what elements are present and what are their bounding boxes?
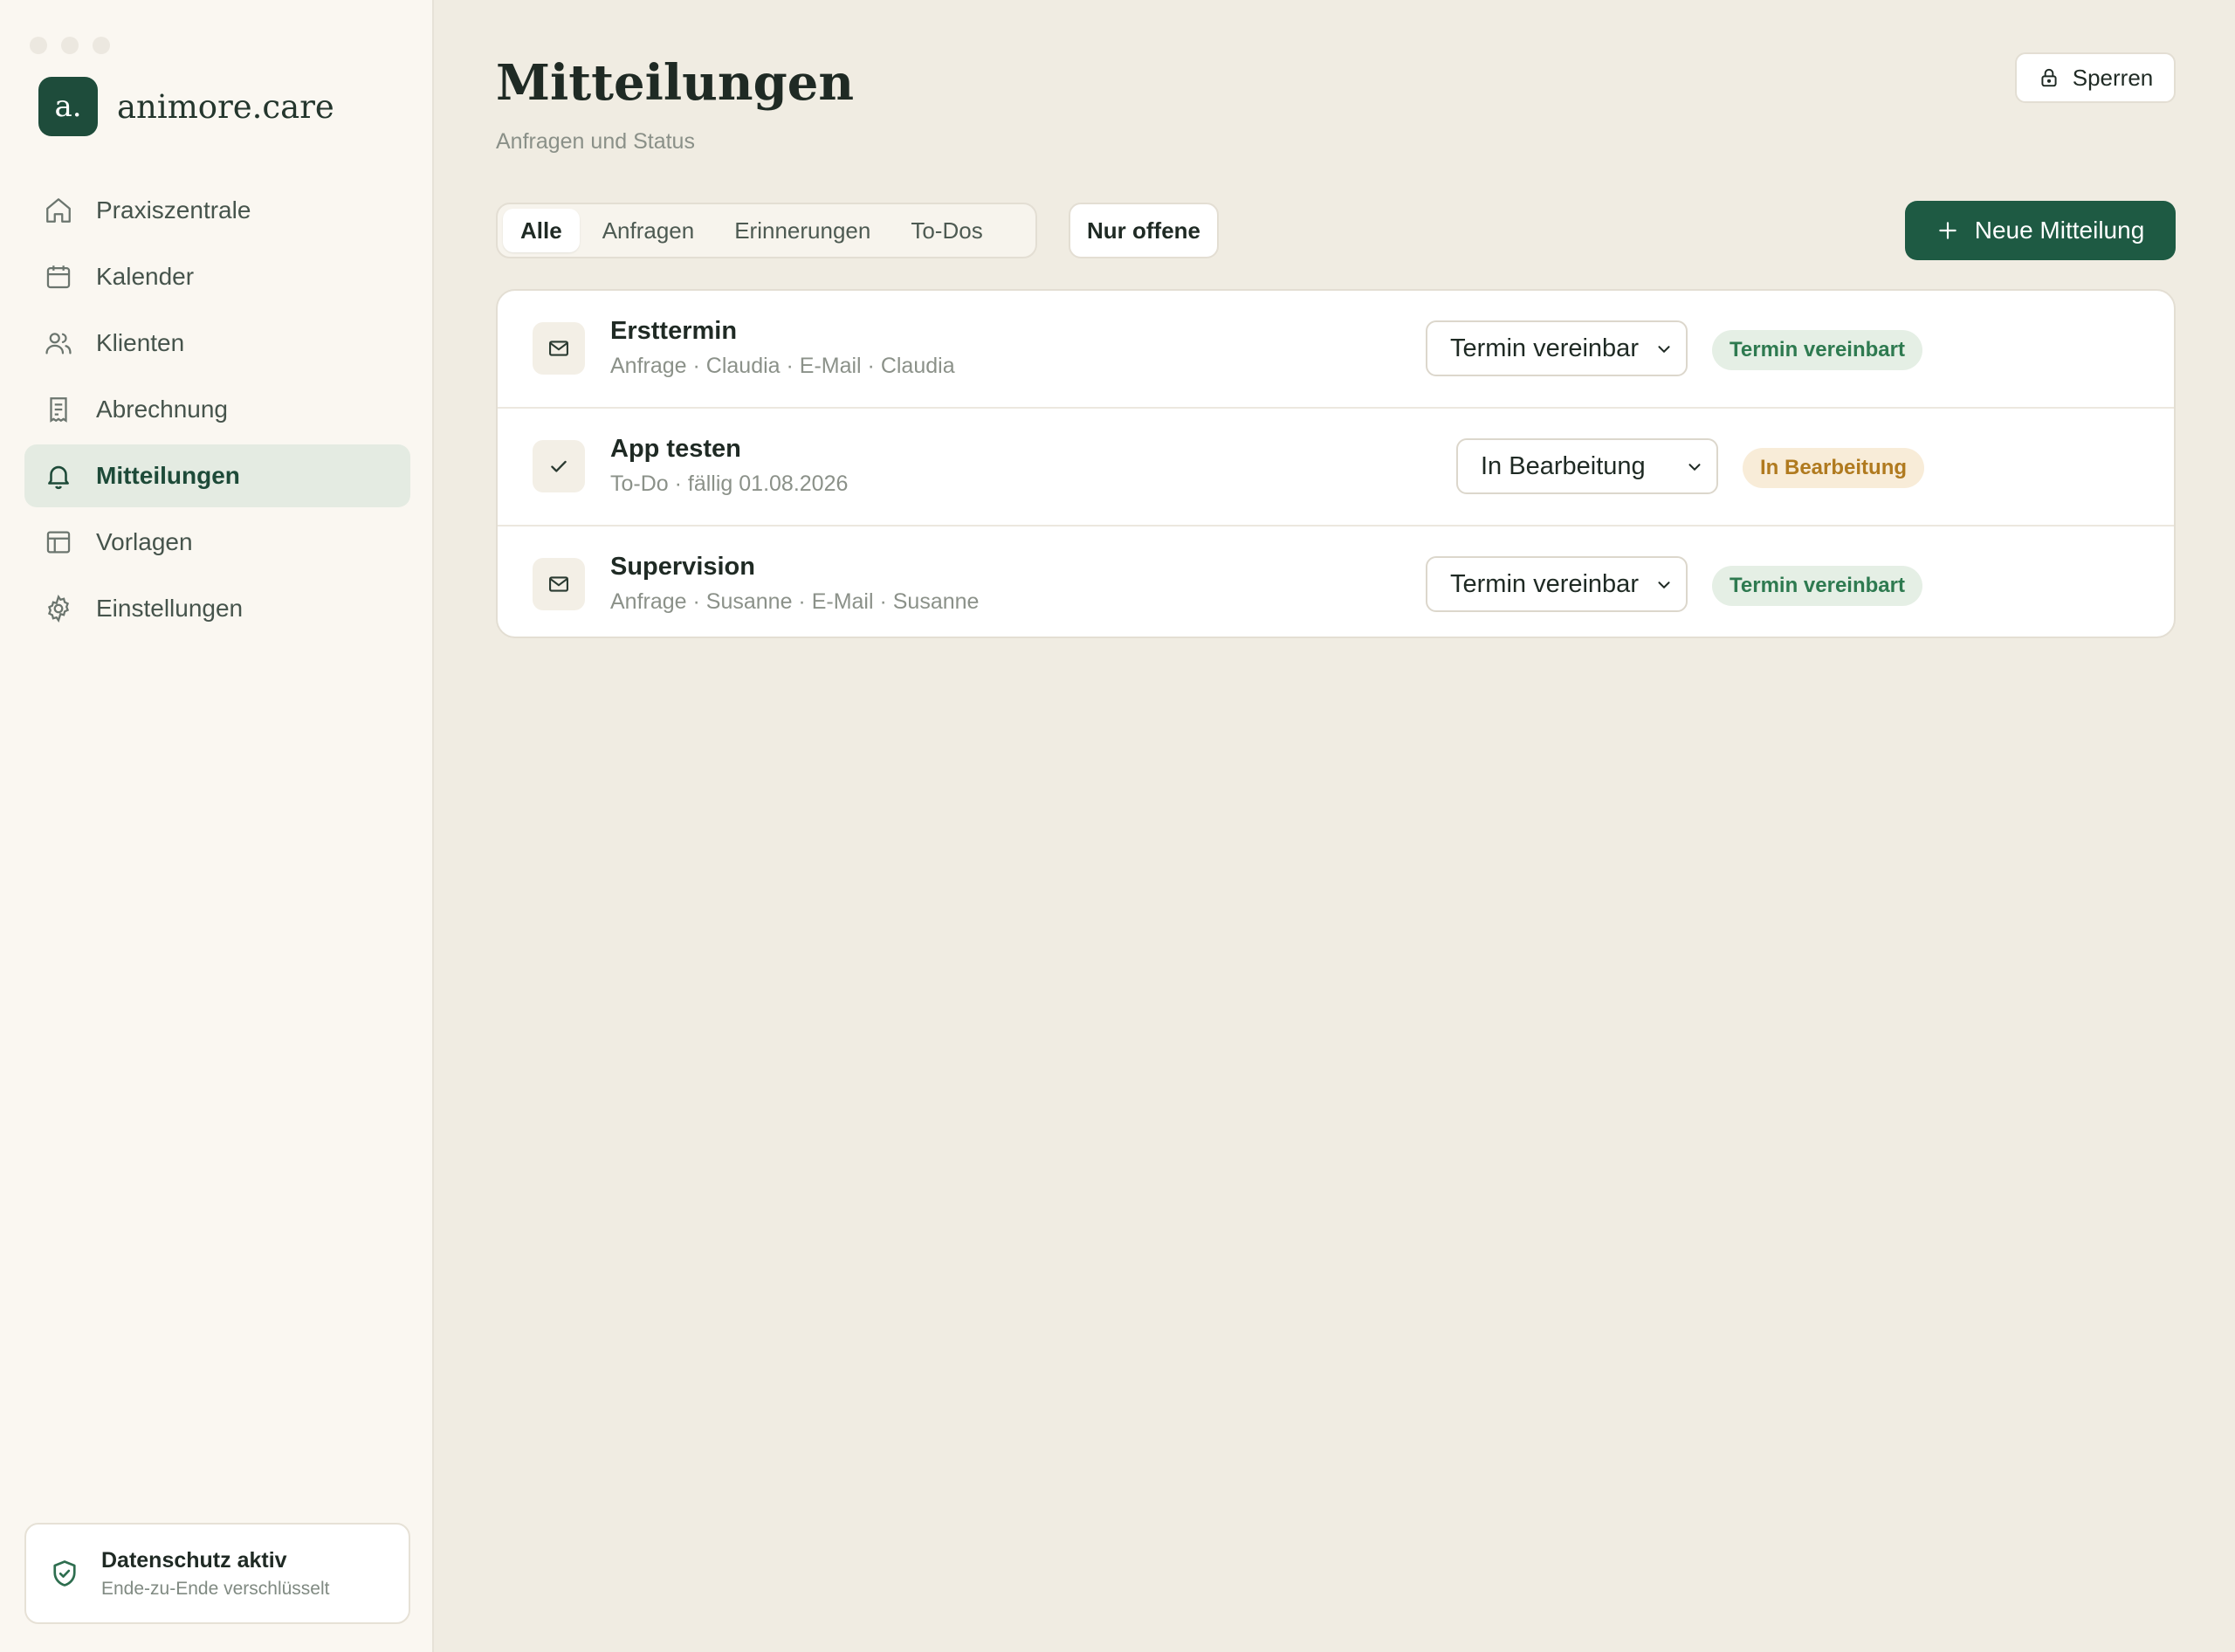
calendar-icon [46,265,71,289]
message-meta: To-Do · fällig 01.08.2026 [610,472,849,496]
sidebar-item-klienten[interactable]: Klienten [24,312,410,375]
mail-icon [533,558,585,610]
message-title: App testen [610,435,741,463]
sidebar-item-einstellungen[interactable]: Einstellungen [24,577,410,640]
receipt-icon [50,397,67,423]
sidebar-item-praxiszentrale[interactable]: Praxiszentrale [24,179,410,242]
tab-alle[interactable]: Alle [503,209,580,252]
sidebar-item-label: Kalender [96,263,195,290]
sidebar-item-label: Klienten [96,329,185,356]
minimize-window-button[interactable] [61,37,79,54]
status-select[interactable]: In Bearbeitung [1456,438,1718,494]
chevron-down-icon [1688,464,1701,472]
users-icon [45,333,72,354]
tab-erinnerungen[interactable]: Erinnerungen [717,209,888,252]
status-select-value: Termin vereinbart [1450,334,1639,362]
filter-tabs: Alle Anfragen Erinnerungen To-Dos [496,203,1037,258]
new-message-button-label: Neue Mitteilung [1974,217,2145,244]
status-select-value: In Bearbeitung [1481,451,1646,480]
sidebar-item-label: Abrechnung [96,396,229,423]
mail-icon [533,322,585,375]
check-icon [533,440,585,492]
brand[interactable]: a. animore.care [38,77,334,136]
gear-icon [47,594,70,623]
sidebar-item-abrechnung[interactable]: Abrechnung [24,378,410,441]
close-window-button[interactable] [30,37,47,54]
shield-check-icon [53,1560,76,1587]
brand-name: animore.care [117,87,334,126]
privacy-subtitle: Ende-zu-Ende verschlüsselt [101,1578,330,1599]
sidebar-item-label: Mitteilungen [96,462,240,489]
message-meta: Anfrage · Susanne · E-Mail · Susanne [610,589,980,614]
status-select[interactable]: Termin vereinbart [1426,320,1688,376]
status-badge: Termin vereinbart [1712,566,1922,606]
brand-logo: a. [38,77,98,136]
tab-todos[interactable]: To-Dos [893,209,1000,252]
template-icon [46,531,71,554]
status-badge: In Bearbeitung [1743,448,1925,488]
status-badge: Termin vereinbart [1712,330,1922,370]
sidebar-item-mitteilungen[interactable]: Mitteilungen [24,444,410,507]
message-title: Supervision [610,553,755,581]
list-item[interactable]: Ersttermin Anfrage · Claudia · E-Mail · … [498,291,2174,409]
status-select[interactable]: Termin vereinbart [1426,556,1688,612]
lock-button-label: Sperren [2072,64,2154,91]
sidebar-item-vorlagen[interactable]: Vorlagen [24,511,410,574]
chevron-down-icon [1658,582,1670,589]
message-title: Ersttermin [610,317,738,345]
maximize-window-button[interactable] [93,37,110,54]
tab-anfragen[interactable]: Anfragen [585,209,712,252]
list-item[interactable]: Supervision Anfrage · Susanne · E-Mail ·… [498,527,2174,637]
privacy-status-card: Datenschutz aktiv Ende-zu-Ende verschlüs… [24,1523,410,1624]
plus-icon [1938,222,1956,239]
page-subtitle: Anfragen und Status [496,129,695,154]
window-controls [30,37,110,54]
sidebar: a. animore.care Praxiszentrale Kalender … [0,0,434,1652]
open-only-toggle[interactable]: Nur offene [1069,203,1219,258]
lock-button[interactable]: Sperren [2015,52,2176,103]
privacy-title: Datenschutz aktiv [101,1547,287,1573]
page-title: Mitteilungen [496,54,855,112]
status-select-value: Termin vereinbart [1450,569,1639,598]
chevron-down-icon [1658,346,1670,354]
sidebar-item-label: Einstellungen [96,595,244,622]
sidebar-item-kalender[interactable]: Kalender [24,245,410,308]
message-meta: Anfrage · Claudia · E-Mail · Claudia [610,354,955,378]
list-item[interactable]: App testen To-Do · fällig 01.08.2026 In … [498,409,2174,527]
home-icon [46,198,71,223]
sidebar-item-label: Vorlagen [96,528,193,555]
sidebar-item-label: Praxiszentrale [96,196,251,224]
lock-icon [2041,68,2057,87]
sidebar-nav: Praxiszentrale Kalender Klienten Abrechn… [24,179,410,644]
app-window: a. animore.care Praxiszentrale Kalender … [0,0,2235,1652]
message-list: Ersttermin Anfrage · Claudia · E-Mail · … [496,289,2176,638]
new-message-button[interactable]: Neue Mitteilung [1905,201,2176,260]
bell-icon [48,465,69,490]
